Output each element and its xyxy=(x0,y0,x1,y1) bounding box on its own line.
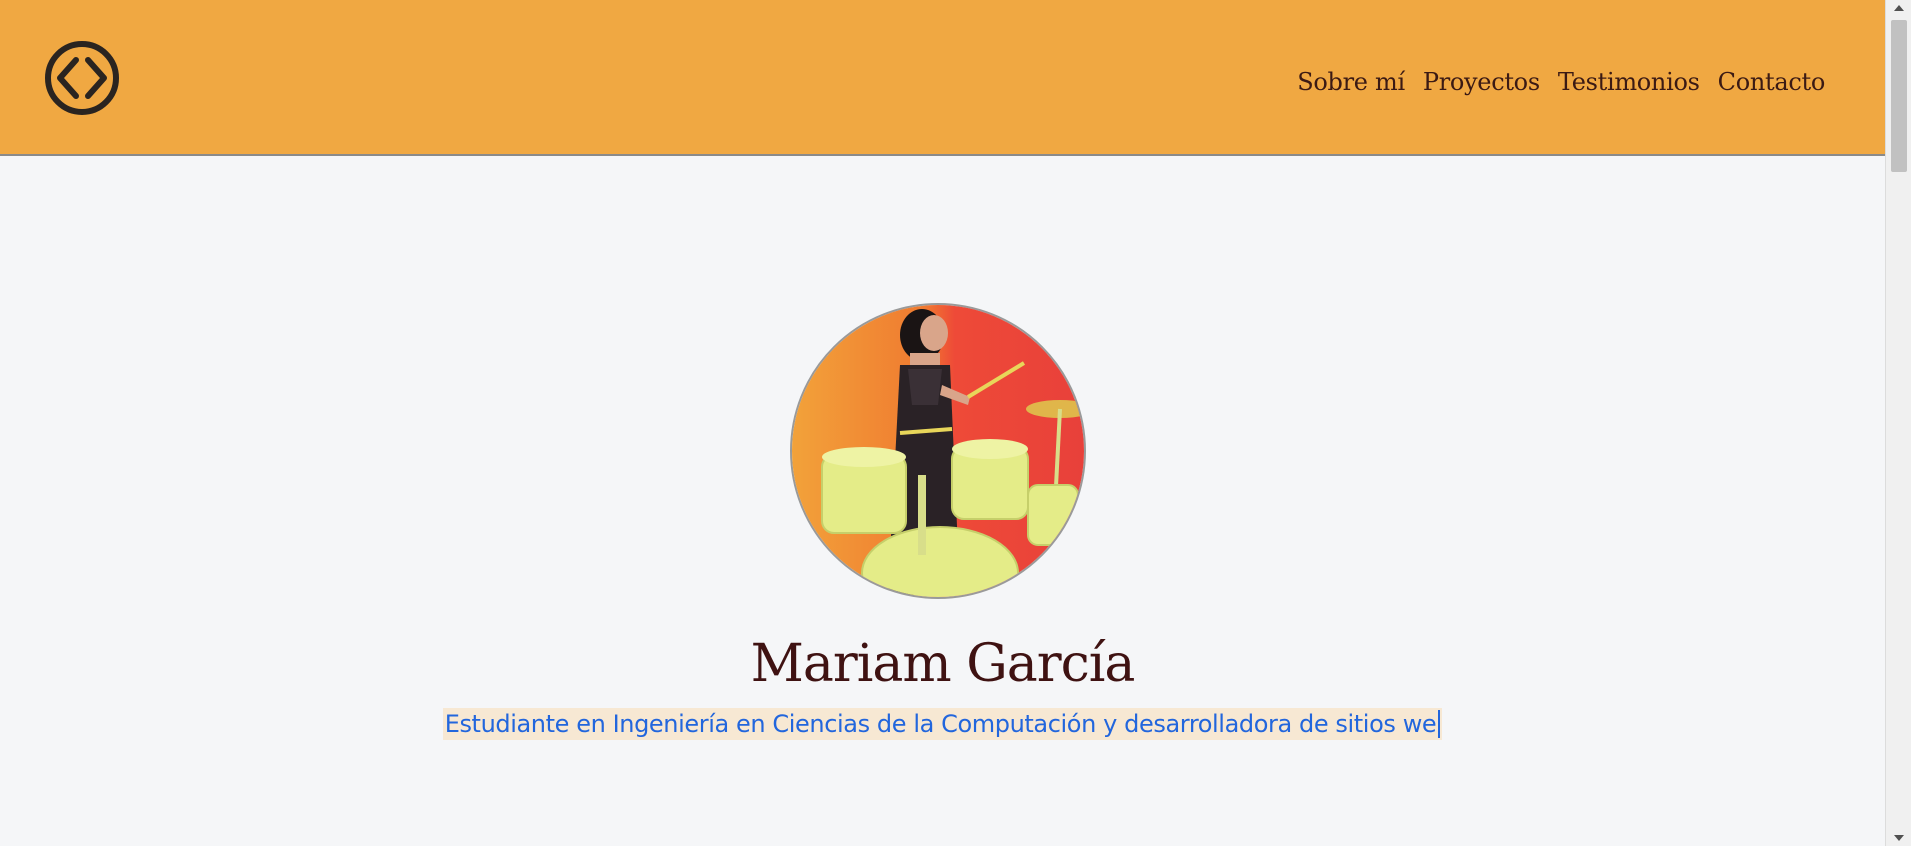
hero-tagline: Estudiante en Ingeniería en Ciencias de … xyxy=(442,708,1443,740)
tagline-text: Estudiante en Ingeniería en Ciencias de … xyxy=(444,710,1437,738)
main-nav: Sobre mí Proyectos Testimonios Contacto xyxy=(1297,68,1825,96)
nav-link-sobre-mi[interactable]: Sobre mí xyxy=(1297,68,1405,96)
page: Sobre mí Proyectos Testimonios Contacto xyxy=(0,0,1885,846)
nav-link-contacto[interactable]: Contacto xyxy=(1718,68,1826,96)
nav-link-proyectos[interactable]: Proyectos xyxy=(1423,68,1540,96)
scroll-thumb[interactable] xyxy=(1891,20,1907,172)
scroll-down-arrow-icon[interactable] xyxy=(1894,835,1904,841)
hero-name: Mariam García xyxy=(750,634,1136,694)
profile-avatar xyxy=(790,303,1086,599)
nav-link-testimonios[interactable]: Testimonios xyxy=(1558,68,1700,96)
hero-section: Mariam García Estudiante en Ingeniería e… xyxy=(0,156,1885,846)
vertical-scrollbar[interactable] xyxy=(1885,0,1911,846)
scroll-up-arrow-icon[interactable] xyxy=(1894,5,1904,11)
tagline-container: Estudiante en Ingeniería en Ciencias de … xyxy=(0,708,1885,740)
typing-cursor xyxy=(1438,710,1441,738)
site-header: Sobre mí Proyectos Testimonios Contacto xyxy=(0,0,1885,156)
logo-code-icon[interactable] xyxy=(44,40,120,116)
